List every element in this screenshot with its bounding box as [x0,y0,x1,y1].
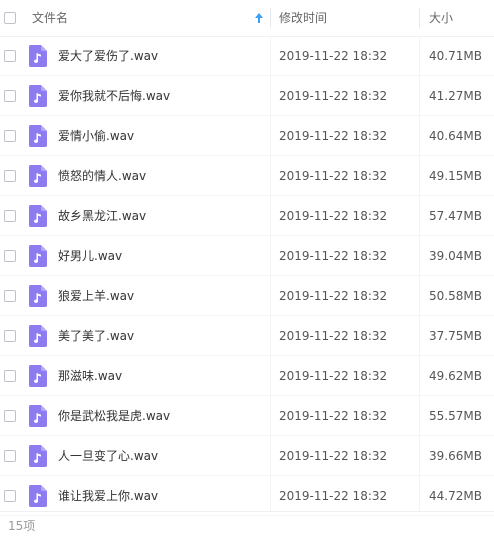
column-size-label: 大小 [429,11,454,25]
file-modified-time: 2019-11-22 18:32 [279,49,388,63]
file-modified-time: 2019-11-22 18:32 [279,209,388,223]
row-checkbox[interactable] [4,50,16,62]
column-header-modified[interactable]: 修改时间 [279,0,409,36]
file-name[interactable]: 美了美了.wav [58,316,134,356]
file-modified-time: 2019-11-22 18:32 [279,329,388,343]
file-row[interactable]: 你是武松我是虎.wav 2019-11-22 18:32 55.57MB [0,396,494,436]
row-checkbox[interactable] [4,290,16,302]
file-modified-time: 2019-11-22 18:32 [279,289,388,303]
column-divider[interactable] [419,8,420,28]
column-name-label: 文件名 [32,11,69,25]
file-row[interactable]: 故乡黑龙江.wav 2019-11-22 18:32 57.47MB [0,196,494,236]
music-file-icon [29,45,47,67]
file-modified-time: 2019-11-22 18:32 [279,369,388,383]
file-row[interactable]: 狼爱上羊.wav 2019-11-22 18:32 50.58MB [0,276,494,316]
column-header-size[interactable]: 大小 [429,0,489,36]
file-size: 37.75MB [429,329,482,343]
file-size: 39.04MB [429,249,482,263]
file-name[interactable]: 人一旦变了心.wav [58,436,158,476]
file-row[interactable]: 那滋味.wav 2019-11-22 18:32 49.62MB [0,356,494,396]
row-checkbox[interactable] [4,130,16,142]
row-checkbox[interactable] [4,450,16,462]
column-modified-label: 修改时间 [279,11,328,25]
file-name[interactable]: 好男儿.wav [58,236,122,276]
music-file-icon [29,445,47,467]
file-row[interactable]: 好男儿.wav 2019-11-22 18:32 39.04MB [0,236,494,276]
file-name[interactable]: 愤怒的情人.wav [58,156,146,196]
file-name[interactable]: 谁让我爱上你.wav [58,476,158,516]
music-file-icon [29,485,47,507]
file-size: 40.71MB [429,49,482,63]
column-divider[interactable] [270,8,271,28]
row-checkbox[interactable] [4,210,16,222]
file-name[interactable]: 爱情小偷.wav [58,116,134,156]
file-row[interactable]: 爱大了爱伤了.wav 2019-11-22 18:32 40.71MB [0,36,494,76]
file-row[interactable]: 爱你我就不后悔.wav 2019-11-22 18:32 41.27MB [0,76,494,116]
music-file-icon [29,205,47,227]
file-row[interactable]: 人一旦变了心.wav 2019-11-22 18:32 39.66MB [0,436,494,476]
row-checkbox[interactable] [4,90,16,102]
file-modified-time: 2019-11-22 18:32 [279,409,388,423]
file-size: 49.15MB [429,169,482,183]
file-size: 50.58MB [429,289,482,303]
file-name[interactable]: 爱你我就不后悔.wav [58,76,170,116]
file-size: 44.72MB [429,489,482,503]
row-checkbox[interactable] [4,370,16,382]
file-size: 41.27MB [429,89,482,103]
file-modified-time: 2019-11-22 18:32 [279,449,388,463]
row-checkbox[interactable] [4,250,16,262]
row-checkbox[interactable] [4,170,16,182]
file-row[interactable]: 愤怒的情人.wav 2019-11-22 18:32 49.15MB [0,156,494,196]
row-checkbox[interactable] [4,330,16,342]
file-row[interactable]: 爱情小偷.wav 2019-11-22 18:32 40.64MB [0,116,494,156]
file-name[interactable]: 故乡黑龙江.wav [58,196,146,236]
music-file-icon [29,285,47,307]
file-size: 55.57MB [429,409,482,423]
music-file-icon [29,405,47,427]
file-modified-time: 2019-11-22 18:32 [279,249,388,263]
file-size: 40.64MB [429,129,482,143]
file-size: 39.66MB [429,449,482,463]
arrow-up-icon[interactable] [254,12,264,24]
music-file-icon [29,165,47,187]
music-file-icon [29,325,47,347]
file-modified-time: 2019-11-22 18:32 [279,129,388,143]
row-checkbox[interactable] [4,410,16,422]
music-file-icon [29,85,47,107]
file-modified-time: 2019-11-22 18:32 [279,489,388,503]
file-list-header: 文件名 修改时间 大小 [0,0,494,37]
file-name[interactable]: 那滋味.wav [58,356,122,396]
file-size: 57.47MB [429,209,482,223]
music-file-icon [29,125,47,147]
music-file-icon [29,365,47,387]
file-name[interactable]: 爱大了爱伤了.wav [58,36,158,76]
select-all-checkbox[interactable] [4,12,16,24]
row-checkbox[interactable] [4,490,16,502]
status-bar: 15项 [0,511,494,540]
column-header-name[interactable]: 文件名 [32,0,262,36]
file-modified-time: 2019-11-22 18:32 [279,89,388,103]
file-list: 爱大了爱伤了.wav 2019-11-22 18:32 40.71MB 爱你我就不后悔… [0,36,494,516]
file-modified-time: 2019-11-22 18:32 [279,169,388,183]
item-count: 15项 [8,519,36,533]
file-name[interactable]: 你是武松我是虎.wav [58,396,170,436]
file-row[interactable]: 谁让我爱上你.wav 2019-11-22 18:32 44.72MB [0,476,494,516]
file-name[interactable]: 狼爱上羊.wav [58,276,134,316]
music-file-icon [29,245,47,267]
file-size: 49.62MB [429,369,482,383]
file-row[interactable]: 美了美了.wav 2019-11-22 18:32 37.75MB [0,316,494,356]
